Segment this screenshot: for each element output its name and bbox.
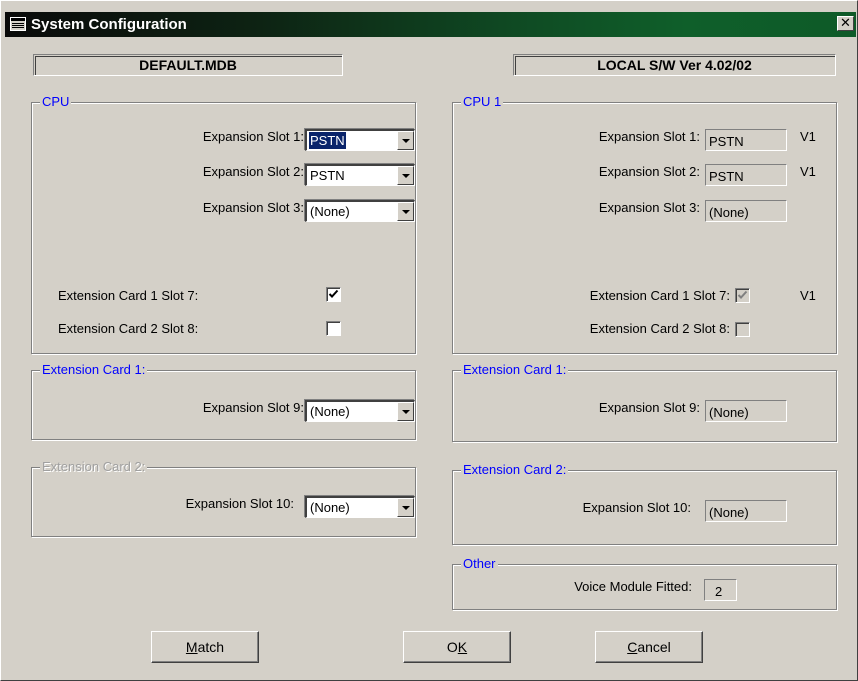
right-slot10-value: (None) bbox=[709, 505, 749, 520]
left-slot10-value: (None) bbox=[310, 500, 350, 515]
left-slot1-label: Expansion Slot 1: bbox=[202, 129, 304, 144]
right-slot1-value: PSTN bbox=[709, 134, 744, 149]
right-slot3-label: Expansion Slot 3: bbox=[598, 200, 700, 215]
left-slot1-value: PSTN bbox=[309, 132, 346, 149]
ext-card2-group-title: Extension Card 2: bbox=[40, 458, 148, 476]
voice-module-field: 2 bbox=[704, 579, 737, 601]
chevron-down-icon[interactable] bbox=[397, 402, 414, 421]
right-slot9-value: (None) bbox=[709, 405, 749, 420]
left-slot3-dropdown[interactable]: (None) bbox=[305, 200, 415, 222]
cancel-button[interactable]: Cancel bbox=[595, 631, 703, 663]
left-slot10-label: Expansion Slot 10: bbox=[185, 496, 294, 511]
right-slot1-field: PSTN bbox=[705, 129, 787, 151]
voice-module-value: 2 bbox=[715, 584, 723, 599]
database-name-panel: DEFAULT.MDB bbox=[33, 54, 343, 76]
match-accelerator: M bbox=[185, 639, 198, 655]
right-ext-card2-label: Extension Card 2 Slot 8: bbox=[589, 321, 730, 336]
left-slot2-value: PSTN bbox=[310, 168, 345, 183]
right-slot9-label: Expansion Slot 9: bbox=[598, 400, 700, 415]
right-ext-card1-checkbox bbox=[735, 288, 750, 303]
right-slot2-value: PSTN bbox=[709, 169, 744, 184]
right-slot2-version: V1 bbox=[800, 164, 816, 179]
left-slot9-label: Expansion Slot 9: bbox=[202, 400, 304, 415]
right-slot1-version: V1 bbox=[800, 129, 816, 144]
software-version-panel: LOCAL S/W Ver 4.02/02 bbox=[513, 54, 836, 76]
left-ext-card2-label: Extension Card 2 Slot 8: bbox=[58, 321, 199, 336]
chevron-down-icon[interactable] bbox=[397, 166, 414, 185]
left-slot2-label: Expansion Slot 2: bbox=[202, 164, 304, 179]
left-ext-card1-checkbox[interactable] bbox=[326, 287, 341, 302]
cpu-group-title: CPU bbox=[40, 93, 72, 111]
right-ext-card2-checkbox bbox=[735, 322, 750, 337]
cpu1-group-title: CPU 1 bbox=[461, 93, 504, 111]
cancel-accelerator: C bbox=[627, 639, 638, 655]
system-configuration-window: System Configuration ✕ DEFAULT.MDB LOCAL… bbox=[0, 0, 858, 681]
right-slot2-field: PSTN bbox=[705, 164, 787, 186]
right-ext-card2-group-title: Extension Card 2: bbox=[461, 461, 569, 479]
right-slot3-field: (None) bbox=[705, 200, 787, 222]
ok-button[interactable]: OK bbox=[403, 631, 511, 663]
left-slot2-dropdown[interactable]: PSTN bbox=[305, 164, 415, 186]
window-title: System Configuration bbox=[31, 16, 187, 33]
right-slot9-field: (None) bbox=[705, 400, 787, 422]
checkmark-icon bbox=[737, 290, 748, 299]
ext-card1-group-title: Extension Card 1: bbox=[40, 361, 148, 379]
right-ext-card1-version: V1 bbox=[800, 288, 816, 303]
other-group-title: Other bbox=[461, 555, 498, 573]
close-button[interactable]: ✕ bbox=[837, 16, 854, 31]
system-config-icon bbox=[10, 17, 26, 31]
chevron-down-icon[interactable] bbox=[397, 202, 414, 221]
left-slot9-dropdown[interactable]: (None) bbox=[305, 400, 415, 422]
left-ext-card2-checkbox[interactable] bbox=[326, 321, 341, 336]
voice-module-label: Voice Module Fitted: bbox=[574, 579, 692, 594]
right-ext-card1-label: Extension Card 1 Slot 7: bbox=[589, 288, 730, 303]
title-bar[interactable]: System Configuration ✕ bbox=[5, 12, 856, 37]
left-slot3-label: Expansion Slot 3: bbox=[202, 200, 304, 215]
right-slot1-label: Expansion Slot 1: bbox=[598, 129, 700, 144]
chevron-down-icon[interactable] bbox=[397, 498, 414, 517]
left-ext-card1-label: Extension Card 1 Slot 7: bbox=[58, 288, 199, 303]
right-slot10-field: (None) bbox=[705, 500, 787, 522]
match-button[interactable]: Match bbox=[151, 631, 259, 663]
left-slot9-value: (None) bbox=[310, 404, 350, 419]
right-slot3-value: (None) bbox=[709, 205, 749, 220]
right-slot2-label: Expansion Slot 2: bbox=[598, 164, 700, 179]
chevron-down-icon[interactable] bbox=[397, 131, 414, 150]
left-slot3-value: (None) bbox=[310, 204, 350, 219]
left-slot1-dropdown[interactable]: PSTN bbox=[305, 129, 415, 151]
left-slot10-dropdown[interactable]: (None) bbox=[305, 496, 415, 518]
right-slot10-label: Expansion Slot 10: bbox=[582, 500, 691, 515]
checkmark-icon bbox=[328, 289, 339, 298]
right-ext-card1-group-title: Extension Card 1: bbox=[461, 361, 569, 379]
close-icon: ✕ bbox=[840, 16, 851, 31]
ok-accelerator: K bbox=[457, 639, 468, 655]
